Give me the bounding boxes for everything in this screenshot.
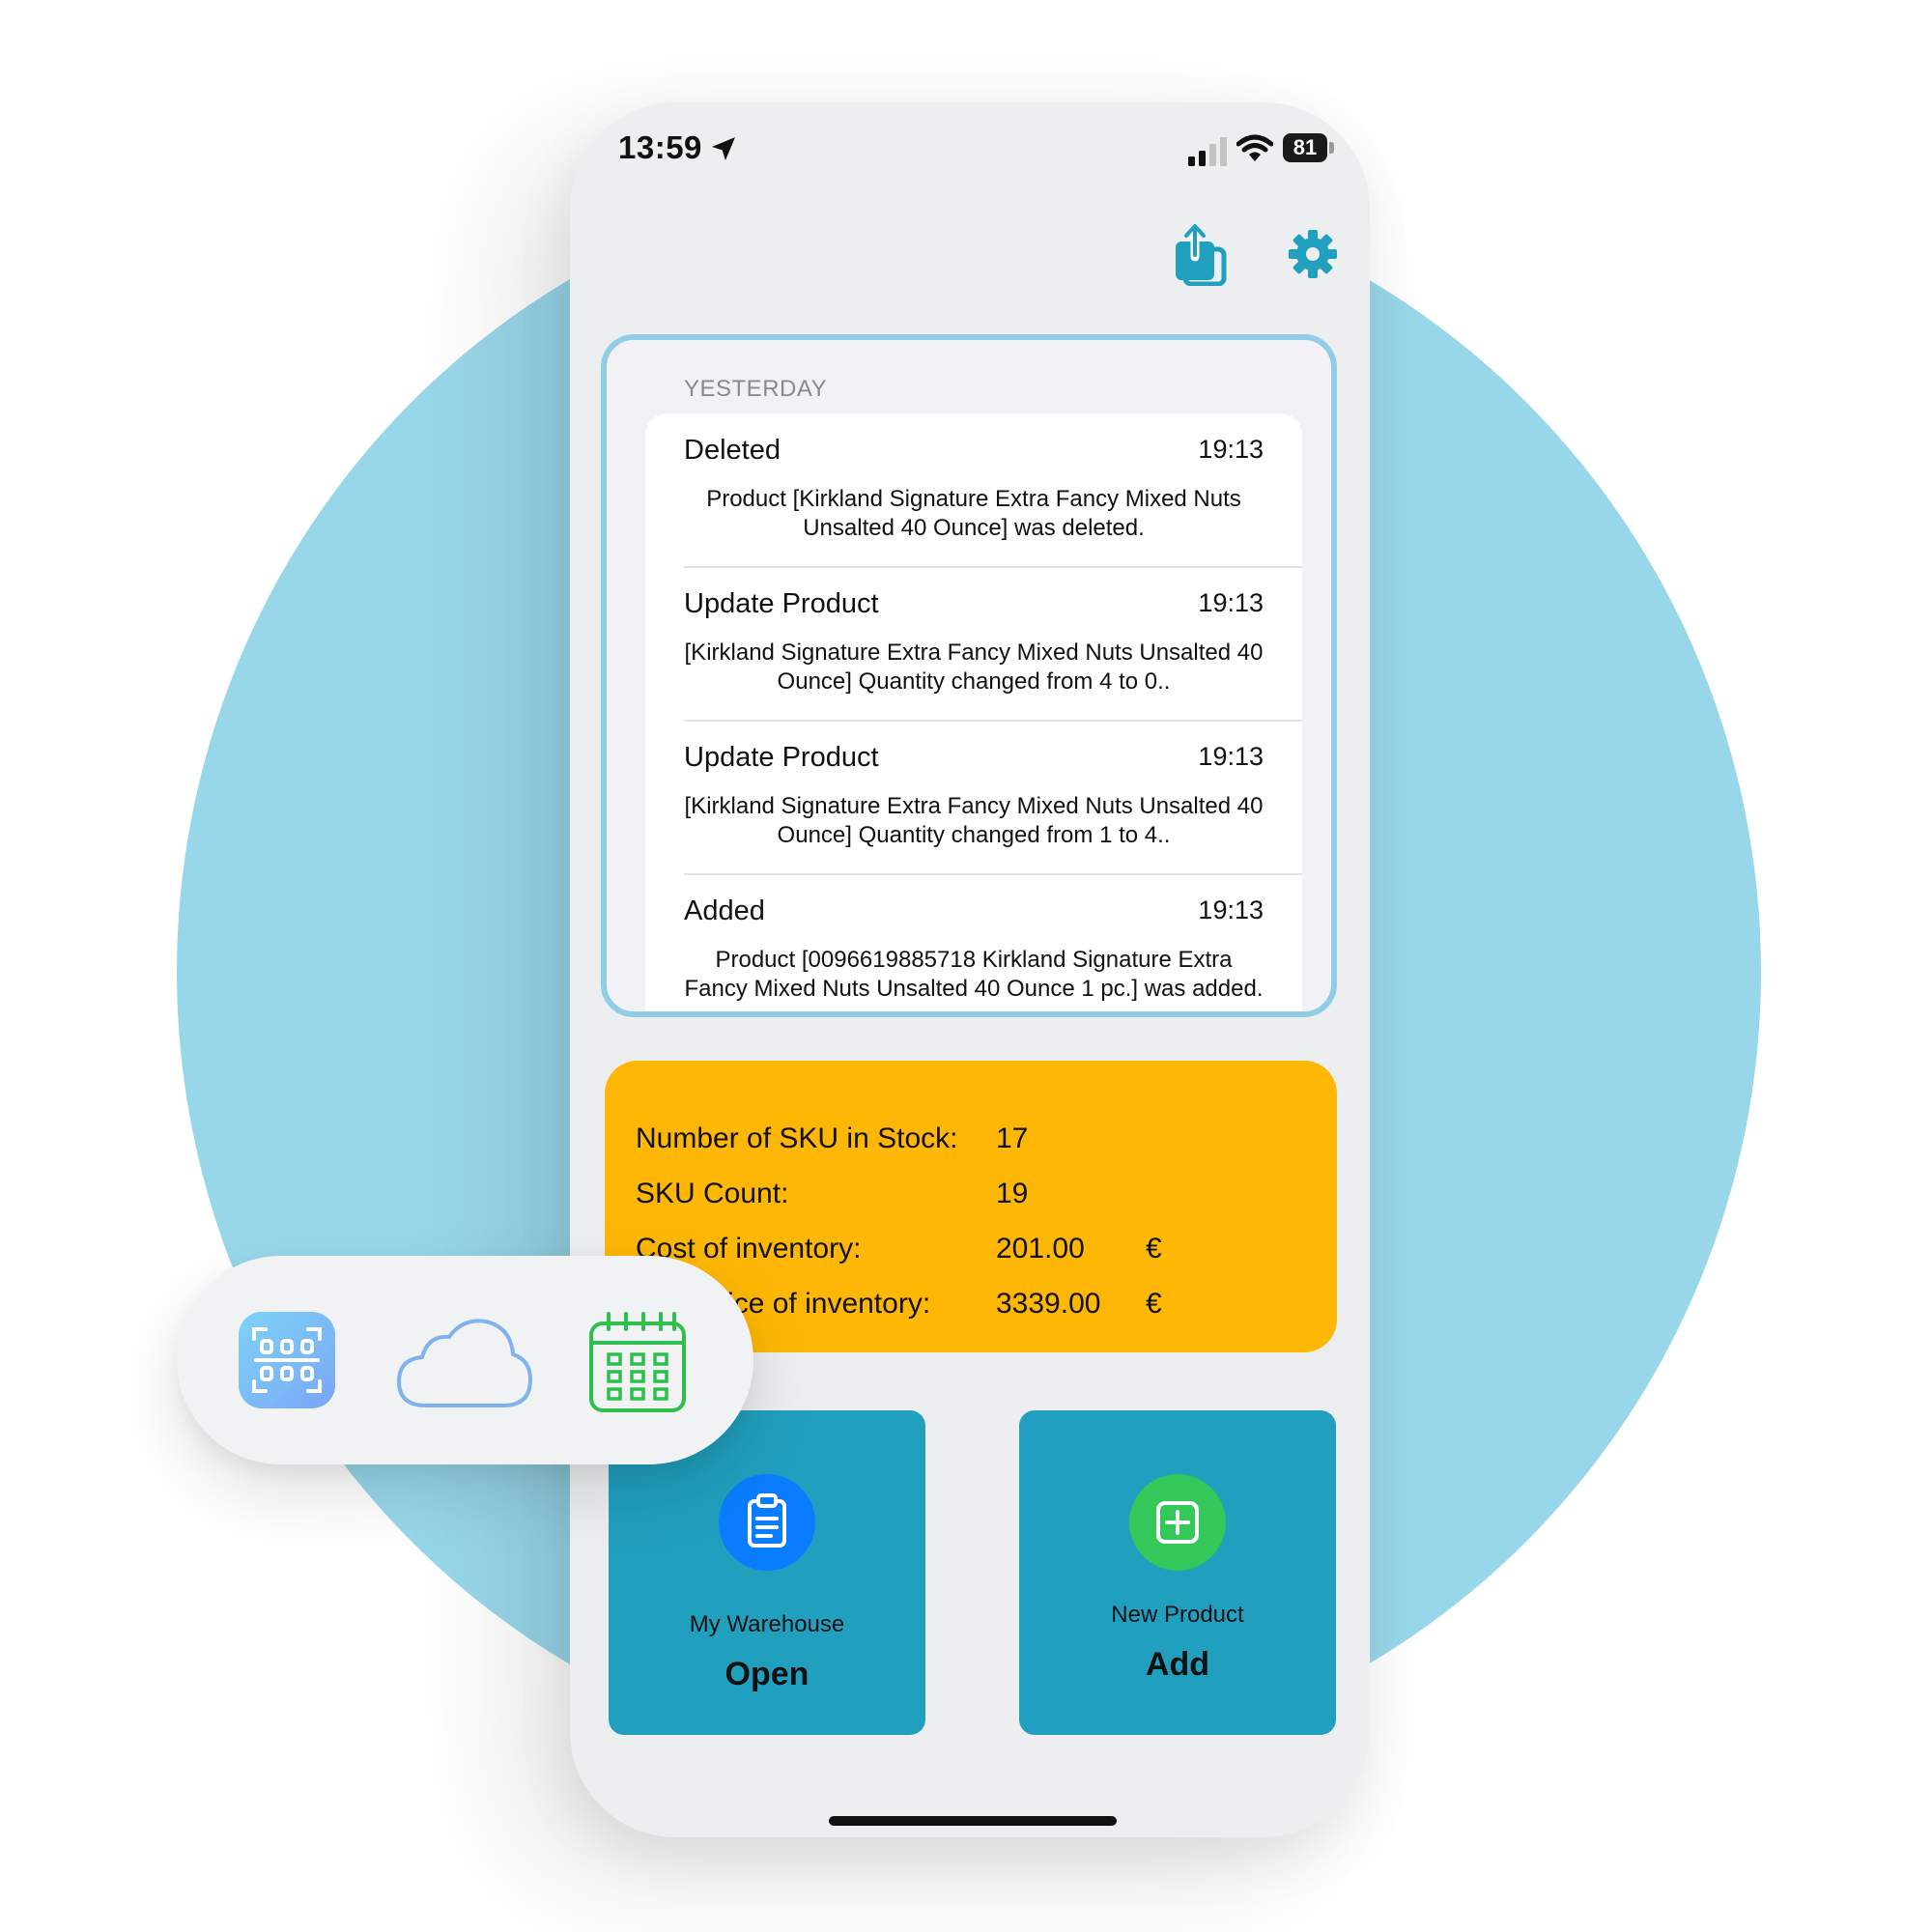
inventory-sale-price-value: 3339.00 [996,1288,1101,1320]
log-entry-title: Deleted [684,435,781,466]
plus-icon-badge [1129,1474,1226,1571]
divider [684,566,1302,568]
gear-icon[interactable] [1289,230,1337,278]
log-entry-description: Product [Kirkland Signature Extra Fancy … [706,486,1241,541]
log-entry-description: Product [0096619885718 Kirkland Signatur… [684,947,1264,1002]
clipboard-icon [748,1493,786,1548]
log-entry[interactable]: Update Product 19:13 [Kirkland Signature… [684,588,1264,714]
barcode-scanner-icon[interactable] [239,1312,335,1408]
log-section-header: YESTERDAY [684,376,828,402]
battery-nub [1329,142,1334,154]
calendar-icon[interactable] [587,1310,688,1414]
log-entry-title: Update Product [684,588,879,619]
log-entry-time: 19:13 [1198,435,1264,464]
location-arrow-icon [712,137,735,160]
plus-square-icon [1156,1501,1199,1544]
log-entry-title: Update Product [684,742,879,773]
sku-count-value: 19 [996,1178,1029,1209]
wifi-icon [1236,134,1273,161]
log-entry-title: Added [684,895,765,926]
activity-log[interactable]: YESTERDAY Deleted 19:13 Product [Kirklan… [601,334,1337,1017]
share-icon[interactable] [1172,222,1230,286]
sku-in-stock-label: Number of SKU in Stock: [636,1122,958,1154]
divider [684,720,1302,722]
log-list[interactable]: Deleted 19:13 Product [Kirkland Signatur… [645,413,1302,1011]
status-time: 13:59 [618,129,702,165]
log-entry[interactable]: Update Product 19:13 [Kirkland Signature… [684,742,1264,867]
cloud-icon[interactable] [391,1314,536,1410]
clipboard-icon-badge [719,1474,815,1571]
inventory-cost-value: 201.00 [996,1233,1085,1264]
inventory-cost-currency: € [1146,1233,1162,1264]
new-product-button[interactable]: New Product Add [1019,1410,1336,1735]
log-entry-time: 19:13 [1198,588,1264,617]
divider [684,873,1302,875]
tile-action: Add [1145,1646,1210,1683]
log-entry-description: [Kirkland Signature Extra Fancy Mixed Nu… [684,793,1264,848]
feature-dock [177,1256,753,1464]
tile-label: New Product [1111,1602,1244,1628]
battery-indicator: 81 [1283,133,1327,162]
log-entry[interactable]: Added 19:13 Product [0096619885718 Kirkl… [684,895,1264,1011]
tile-action: Open [724,1656,810,1692]
log-entry[interactable]: Deleted 19:13 Product [Kirkland Signatur… [684,435,1264,560]
log-entry-description: [Kirkland Signature Extra Fancy Mixed Nu… [684,639,1264,695]
phone-screen: 13:59 81 YESTERDAY Deleted 19:13 Product… [570,102,1370,1837]
log-entry-time: 19:13 [1198,742,1264,771]
sku-in-stock-value: 17 [996,1122,1029,1154]
sku-count-label: SKU Count: [636,1178,789,1209]
inventory-sale-price-currency: € [1146,1288,1162,1320]
tile-label: My Warehouse [689,1611,845,1637]
home-indicator[interactable] [829,1816,1117,1826]
log-entry-time: 19:13 [1198,895,1264,924]
cellular-signal-icon [1188,137,1227,166]
